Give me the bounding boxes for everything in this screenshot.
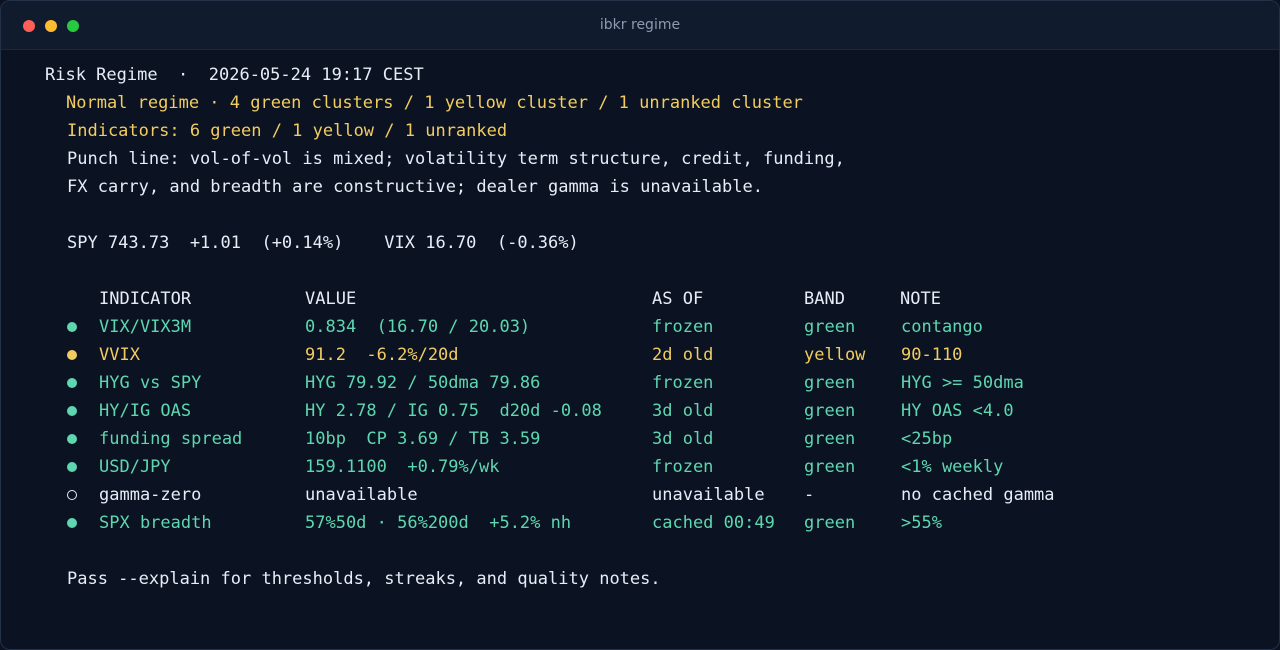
indicator-name: gamma-zero bbox=[99, 485, 202, 505]
window-title: ibkr regime bbox=[599, 17, 681, 33]
indicator-value: HY 2.78 / IG 0.75 d20d -0.08 bbox=[305, 401, 602, 421]
indicator-as-of: 3d old bbox=[652, 429, 714, 449]
indicator-note: HY OAS <4.0 bbox=[901, 401, 1014, 421]
punch-line-1: Punch line: vol-of-vol is mixed; volatil… bbox=[67, 149, 845, 169]
column-header-indicator: INDICATOR bbox=[99, 289, 192, 309]
indicator-note: <25bp bbox=[901, 429, 953, 449]
status-dot-icon bbox=[67, 462, 77, 472]
indicator-note: 90-110 bbox=[901, 345, 963, 365]
indicator-value: 0.834 (16.70 / 20.03) bbox=[305, 317, 531, 337]
status-dot-icon bbox=[67, 378, 77, 388]
terminal-window: ibkr regime Risk Regime · 2026-05-24 19:… bbox=[0, 0, 1280, 650]
indicator-band: green bbox=[804, 513, 856, 533]
indicator-as-of: frozen bbox=[652, 457, 714, 477]
column-header-as-of: AS OF bbox=[652, 289, 704, 309]
indicator-band: green bbox=[804, 429, 856, 449]
indicator-as-of: 3d old bbox=[652, 401, 714, 421]
indicator-value: 91.2 -6.2%/20d bbox=[305, 345, 459, 365]
indicator-note: >55% bbox=[901, 513, 942, 533]
indicator-name: HY/IG OAS bbox=[99, 401, 192, 421]
indicator-value: HYG 79.92 / 50dma 79.86 bbox=[305, 373, 541, 393]
punch-line-2: FX carry, and breadth are constructive; … bbox=[67, 177, 763, 197]
indicator-band: - bbox=[804, 485, 815, 505]
indicator-as-of: cached 00:49 bbox=[652, 513, 775, 533]
indicator-counts: Indicators: 6 green / 1 yellow / 1 unran… bbox=[67, 121, 508, 141]
indicator-band: green bbox=[804, 373, 856, 393]
status-dot-icon bbox=[67, 322, 77, 332]
indicator-band: green bbox=[804, 401, 856, 421]
indicator-as-of: 2d old bbox=[652, 345, 714, 365]
indicator-band: green bbox=[804, 457, 856, 477]
indicator-note: <1% weekly bbox=[901, 457, 1004, 477]
column-header-note: NOTE bbox=[900, 289, 941, 309]
terminal-output: Risk Regime · 2026-05-24 19:17 CEST Norm… bbox=[1, 49, 1279, 649]
column-header-value: VALUE bbox=[305, 289, 357, 309]
indicator-value: unavailable bbox=[305, 485, 418, 505]
regime-summary: Normal regime · 4 green clusters / 1 yel… bbox=[66, 93, 803, 113]
indicator-name: USD/JPY bbox=[99, 457, 171, 477]
indicator-value: 159.1100 +0.79%/wk bbox=[305, 457, 500, 477]
report-title: Risk Regime · 2026-05-24 19:17 CEST bbox=[45, 65, 424, 85]
indicator-as-of: unavailable bbox=[652, 485, 765, 505]
status-ring-icon bbox=[67, 490, 77, 500]
status-dot-icon bbox=[67, 434, 77, 444]
status-dot-icon bbox=[67, 350, 77, 360]
indicator-note: no cached gamma bbox=[901, 485, 1055, 505]
status-dot-icon bbox=[67, 518, 77, 528]
indicator-note: contango bbox=[901, 317, 983, 337]
market-quotes: SPY 743.73 +1.01 (+0.14%) VIX 16.70 (-0.… bbox=[67, 233, 579, 253]
indicator-as-of: frozen bbox=[652, 317, 714, 337]
indicator-value: 10bp CP 3.69 / TB 3.59 bbox=[305, 429, 541, 449]
footer-hint: Pass --explain for thresholds, streaks, … bbox=[67, 569, 661, 589]
indicator-name: VVIX bbox=[99, 345, 140, 365]
column-header-band: BAND bbox=[804, 289, 845, 309]
status-dot-icon bbox=[67, 406, 77, 416]
indicator-name: HYG vs SPY bbox=[99, 373, 202, 393]
indicator-name: SPX breadth bbox=[99, 513, 212, 533]
indicator-value: 57%50d · 56%200d +5.2% nh bbox=[305, 513, 572, 533]
indicator-band: yellow bbox=[804, 345, 866, 365]
indicator-as-of: frozen bbox=[652, 373, 714, 393]
indicator-name: VIX/VIX3M bbox=[99, 317, 192, 337]
title-bar: ibkr regime bbox=[1, 1, 1279, 50]
indicator-note: HYG >= 50dma bbox=[901, 373, 1024, 393]
indicator-band: green bbox=[804, 317, 856, 337]
indicator-name: funding spread bbox=[99, 429, 243, 449]
